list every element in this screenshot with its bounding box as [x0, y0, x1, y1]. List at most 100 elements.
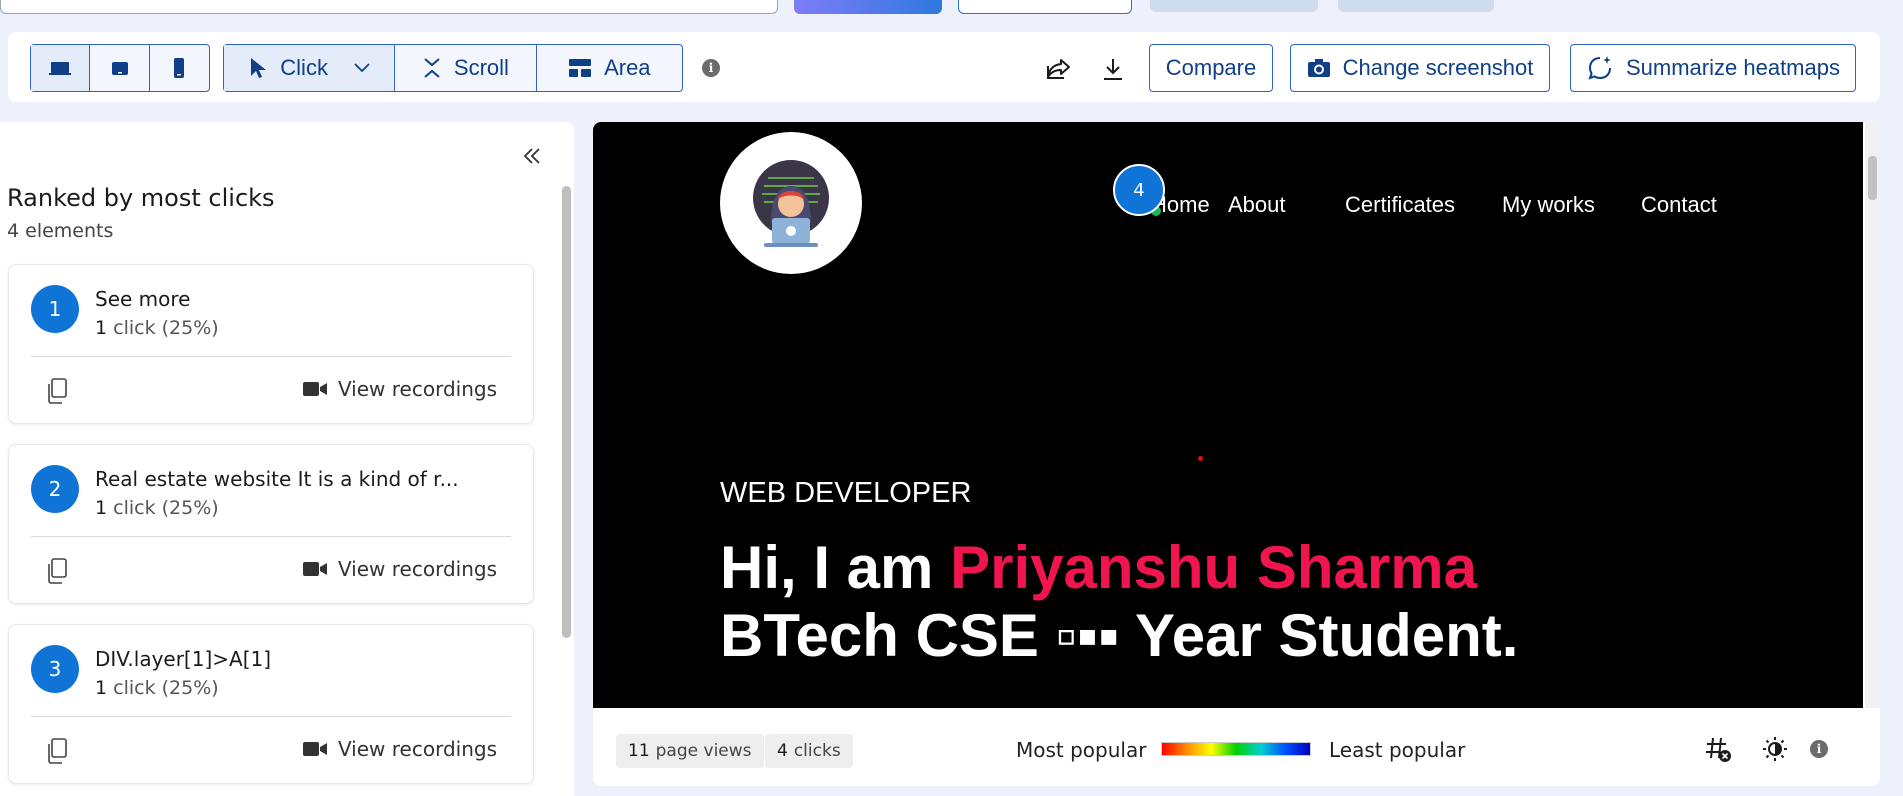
share-icon: [1047, 59, 1070, 79]
page-views-label: page views: [655, 741, 752, 761]
heatmap-mode-selector: Click Scroll Area: [223, 44, 683, 92]
copy-button[interactable]: [45, 737, 69, 765]
desktop-icon: [49, 62, 72, 75]
primary-button-partial[interactable]: [794, 0, 942, 14]
heat-spot-red: [1198, 456, 1203, 461]
footer-info-button[interactable]: i: [1804, 734, 1834, 764]
camera-icon: [1307, 59, 1330, 77]
summarize-heatmaps-button[interactable]: Summarize heatmaps: [1570, 44, 1856, 92]
info-icon: i: [1810, 740, 1828, 758]
view-recordings-label: View recordings: [337, 737, 497, 761]
heatmap-toolbar: Click Scroll Area i Compare Change scree…: [8, 32, 1880, 102]
view-recordings-label: View recordings: [337, 377, 497, 401]
copy-icon: [48, 558, 67, 584]
scroll-icon: [424, 58, 440, 78]
heatmap-footer: 11 page views 4 clicks Most popular Leas…: [593, 710, 1880, 786]
rank-badge: 2: [31, 465, 79, 513]
video-camera-icon: [302, 382, 327, 396]
legend-most-popular: Most popular: [1016, 738, 1147, 762]
panel-title: Ranked by most clicks: [7, 184, 275, 212]
headline-name: Priyanshu Sharma: [950, 534, 1477, 601]
element-title: See more: [95, 287, 191, 311]
download-icon: [1104, 59, 1122, 80]
double-chevron-left-icon: [523, 148, 540, 164]
click-mode-button[interactable]: Click: [224, 45, 396, 91]
click-mode-label: Click: [280, 55, 328, 80]
area-mode-button[interactable]: Area: [537, 45, 682, 91]
copy-icon: [48, 378, 67, 404]
click-stat: 1 click (25%): [95, 317, 219, 339]
info-icon[interactable]: i: [702, 59, 720, 77]
click-count: 1: [95, 497, 108, 519]
hero-role: WEB DEVELOPER: [720, 477, 972, 509]
element-title: DIV.layer[1]>A[1]: [95, 647, 272, 671]
outline-button-partial[interactable]: [958, 0, 1132, 14]
clicks-pill: 4 clicks: [765, 734, 853, 768]
compare-label: Compare: [1165, 55, 1257, 80]
headline-line2: BTech CSE ▫▪▪ Year Student.: [720, 602, 1519, 669]
change-screenshot-label: Change screenshot: [1342, 55, 1534, 80]
element-title: Real estate website It is a kind of r...: [95, 467, 459, 491]
collapse-panel-button[interactable]: [520, 144, 544, 168]
click-stat: 1 click (25%): [95, 677, 219, 699]
nav-about[interactable]: About: [1228, 192, 1286, 218]
ranked-element-card: 3 DIV.layer[1]>A[1] 1 click (25%) View r…: [8, 624, 534, 784]
preview-scrollbar[interactable]: [1865, 122, 1880, 708]
contrast-button[interactable]: [1760, 734, 1790, 764]
desktop-button[interactable]: [31, 45, 91, 91]
heatmap-preview: Home About Certificates My works Contact…: [593, 122, 1880, 786]
area-mode-label: Area: [604, 55, 651, 80]
click-stat-label: click (25%): [113, 677, 219, 699]
tablet-button[interactable]: [90, 45, 150, 91]
nav-contact[interactable]: Contact: [1641, 192, 1717, 218]
panel-scrollbar[interactable]: [562, 186, 571, 638]
share-button[interactable]: [1043, 54, 1073, 84]
click-rank-marker[interactable]: 4: [1113, 164, 1165, 216]
view-recordings-link[interactable]: View recordings: [302, 377, 497, 401]
filter-button-partial-2[interactable]: [1338, 0, 1494, 12]
headline-prefix: Hi, I am: [720, 534, 951, 601]
hashtag-off-icon: [1706, 737, 1731, 762]
ranked-element-card: 2 Real estate website It is a kind of r.…: [8, 444, 534, 604]
copy-icon: [48, 738, 67, 764]
scroll-mode-label: Scroll: [453, 55, 509, 80]
developer-avatar-icon: [753, 160, 829, 247]
rank-badge: 1: [31, 285, 79, 333]
download-button[interactable]: [1098, 54, 1128, 84]
copy-button[interactable]: [45, 557, 69, 585]
compare-button[interactable]: Compare: [1149, 44, 1273, 92]
preview-scroll-thumb[interactable]: [1868, 156, 1877, 200]
nav-certificates[interactable]: Certificates: [1345, 192, 1455, 218]
area-icon: [569, 59, 592, 77]
nav-my-works[interactable]: My works: [1502, 192, 1595, 218]
scroll-mode-button[interactable]: Scroll: [395, 45, 537, 91]
cursor-icon: [251, 58, 267, 78]
ranked-elements-panel: Ranked by most clicks 4 elements 1 See m…: [0, 122, 574, 796]
copy-button[interactable]: [45, 377, 69, 405]
sparkle-chat-icon: [1588, 56, 1611, 80]
card-divider: [31, 716, 511, 717]
mobile-button[interactable]: [150, 45, 209, 91]
clicks-label: clicks: [793, 741, 841, 761]
toggle-numbers-button[interactable]: [1703, 734, 1733, 764]
url-input-partial[interactable]: [0, 0, 778, 14]
click-count: 1: [95, 677, 108, 699]
click-stat-label: click (25%): [113, 317, 219, 339]
clicks-count: 4: [777, 741, 788, 761]
chevron-down-icon[interactable]: [354, 63, 370, 73]
page-views-count: 11: [628, 741, 650, 761]
view-recordings-link[interactable]: View recordings: [302, 557, 497, 581]
card-divider: [31, 536, 511, 537]
brightness-icon: [1763, 737, 1787, 761]
video-camera-icon: [302, 742, 327, 756]
heat-legend-gradient: [1161, 742, 1311, 756]
card-divider: [31, 356, 511, 357]
filter-button-partial[interactable]: [1150, 0, 1318, 12]
ranked-element-card: 1 See more 1 click (25%) View recordings: [8, 264, 534, 424]
video-camera-icon: [302, 562, 327, 576]
site-logo: [720, 132, 862, 274]
change-screenshot-button[interactable]: Change screenshot: [1290, 44, 1550, 92]
site-screenshot: Home About Certificates My works Contact…: [593, 122, 1863, 708]
view-recordings-link[interactable]: View recordings: [302, 737, 497, 761]
tablet-icon: [111, 62, 128, 75]
